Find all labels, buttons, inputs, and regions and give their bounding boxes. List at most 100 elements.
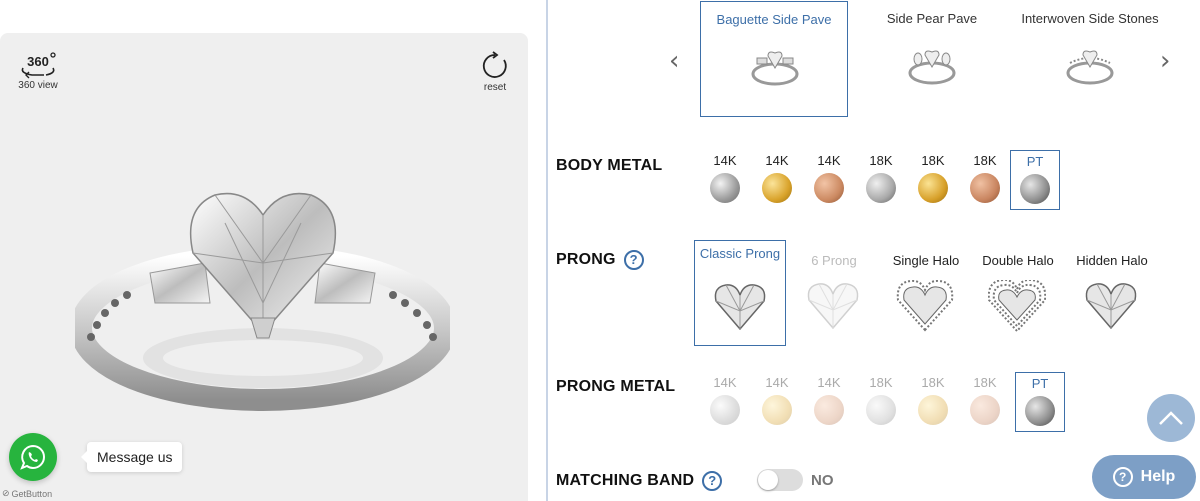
metal-karat: PT <box>1026 154 1044 169</box>
scroll-to-top-button[interactable] <box>1147 394 1195 442</box>
metal-swatch <box>970 395 1000 425</box>
getbutton-icon: ⊘ <box>2 488 10 498</box>
heart-diamond-icon <box>714 284 766 331</box>
metal-swatch <box>710 173 740 203</box>
metal-swatch <box>762 395 792 425</box>
prong-option-label: Single Halo <box>892 253 960 268</box>
prong-metal-option[interactable]: 14K <box>752 372 802 432</box>
whatsapp-chat-button[interactable] <box>9 433 57 481</box>
reset-button[interactable]: reset <box>480 51 510 93</box>
prong-option-single-halo[interactable]: Single Halo <box>880 240 972 346</box>
metal-karat: 14K <box>817 153 841 168</box>
prong-metal-option[interactable]: 18K <box>960 372 1010 432</box>
style-option-label: Interwoven Side Stones <box>1021 11 1159 26</box>
view-360-label: 360 view <box>18 80 58 91</box>
prong-label-text: PRONG <box>556 251 616 269</box>
metal-swatch <box>866 395 896 425</box>
metal-swatch <box>1025 396 1055 426</box>
reset-label: reset <box>483 82 507 93</box>
getbutton-credit[interactable]: ⊘ GetButton <box>2 488 52 499</box>
ring-viewer[interactable]: 360 360 view reset <box>0 33 528 501</box>
heart-diamond-icon <box>1085 283 1137 330</box>
metal-karat: 18K <box>869 375 893 390</box>
matching-band-toggle-state: NO <box>811 472 834 489</box>
prong-metal-option[interactable]: 18K <box>856 372 906 432</box>
rotate-360-icon: 360 <box>21 52 56 79</box>
style-option-baguette-side-pave[interactable]: Baguette Side Pave <box>700 1 848 117</box>
body-metal-option[interactable]: 18K <box>856 150 906 210</box>
body-metal-option[interactable]: 18K <box>960 150 1010 210</box>
svg-text:360: 360 <box>27 54 49 69</box>
ring-thumbnail-icon <box>1066 50 1114 85</box>
message-us-bubble[interactable]: Message us <box>80 442 183 472</box>
body-metal-option-selected[interactable]: PT <box>1010 150 1060 210</box>
help-button[interactable]: ? Help <box>1092 455 1196 499</box>
ring-render-image <box>75 192 450 411</box>
metal-karat: 14K <box>713 153 737 168</box>
style-option-label: Baguette Side Pave <box>716 12 832 27</box>
style-option-label: Side Pear Pave <box>886 11 978 26</box>
metal-karat: 18K <box>921 375 945 390</box>
metal-swatch <box>1020 174 1050 204</box>
whatsapp-icon <box>20 444 45 470</box>
metal-swatch <box>970 173 1000 203</box>
metal-swatch <box>814 173 844 203</box>
prong-option-label: 6 Prong <box>811 253 857 268</box>
prong-metal-option[interactable]: 14K <box>700 372 750 432</box>
toggle-knob <box>758 470 778 490</box>
prong-metal-label: PRONG METAL <box>556 378 676 395</box>
matching-band-label-text: MATCHING BAND <box>556 472 695 490</box>
body-metal-label: BODY METAL <box>556 157 663 174</box>
metal-swatch <box>918 173 948 203</box>
ring-configurator-page: 360 360 view reset Message us ⊘ GetButto… <box>0 0 1200 501</box>
prong-option-classic[interactable]: Classic Prong <box>694 240 786 346</box>
panel-divider <box>546 0 548 501</box>
prong-option-double-halo[interactable]: Double Halo <box>972 240 1064 346</box>
metal-karat: 14K <box>765 153 789 168</box>
metal-swatch <box>710 395 740 425</box>
body-metal-option[interactable]: 18K <box>908 150 958 210</box>
metal-karat: 18K <box>973 153 997 168</box>
body-metal-option[interactable]: 14K <box>804 150 854 210</box>
body-metal-option[interactable]: 14K <box>752 150 802 210</box>
metal-swatch <box>866 173 896 203</box>
reset-icon <box>482 51 507 78</box>
carousel-prev-arrow[interactable]: ‹ <box>669 48 679 74</box>
style-option-interwoven-side-stones[interactable]: Interwoven Side Stones <box>1016 1 1164 117</box>
help-button-label: Help <box>1140 468 1176 485</box>
prong-option-label: Double Halo <box>982 253 1054 268</box>
ring-thumbnail-icon <box>751 51 799 86</box>
chevron-up-icon <box>1159 411 1183 425</box>
prong-label: PRONG? <box>556 250 644 270</box>
halo-diamond-icon <box>896 280 954 332</box>
double-halo-diamond-icon <box>988 280 1046 332</box>
metal-karat: 14K <box>713 375 737 390</box>
metal-karat: 14K <box>765 375 789 390</box>
metal-swatch <box>918 395 948 425</box>
prong-help-icon[interactable]: ? <box>623 250 644 270</box>
prong-metal-option[interactable]: 14K <box>804 372 854 432</box>
heart-diamond-icon <box>807 283 859 330</box>
body-metal-option[interactable]: 14K <box>700 150 750 210</box>
metal-karat: 18K <box>973 375 997 390</box>
matching-band-toggle[interactable] <box>757 469 803 491</box>
prong-option-6-prong[interactable]: 6 Prong <box>788 240 880 346</box>
carousel-next-arrow[interactable]: › <box>1160 48 1170 74</box>
style-option-side-pear-pave[interactable]: Side Pear Pave <box>858 1 1006 117</box>
help-question-icon: ? <box>1112 467 1133 487</box>
metal-karat: 18K <box>869 153 893 168</box>
matching-band-help-icon[interactable]: ? <box>702 471 723 491</box>
metal-karat: PT <box>1031 376 1049 391</box>
metal-karat: 14K <box>817 375 841 390</box>
metal-swatch <box>814 395 844 425</box>
prong-option-label: Hidden Halo <box>1076 253 1148 268</box>
metal-karat: 18K <box>921 153 945 168</box>
prong-option-hidden-halo[interactable]: Hidden Halo <box>1066 240 1158 346</box>
ring-thumbnail-icon <box>908 50 956 85</box>
prong-metal-option-selected[interactable]: PT <box>1015 372 1065 432</box>
prong-option-label: Classic Prong <box>699 246 781 261</box>
prong-metal-option[interactable]: 18K <box>908 372 958 432</box>
getbutton-label: GetButton <box>11 488 53 499</box>
view-360-button[interactable]: 360 360 view <box>18 51 58 91</box>
matching-band-label: MATCHING BAND? <box>556 471 723 491</box>
